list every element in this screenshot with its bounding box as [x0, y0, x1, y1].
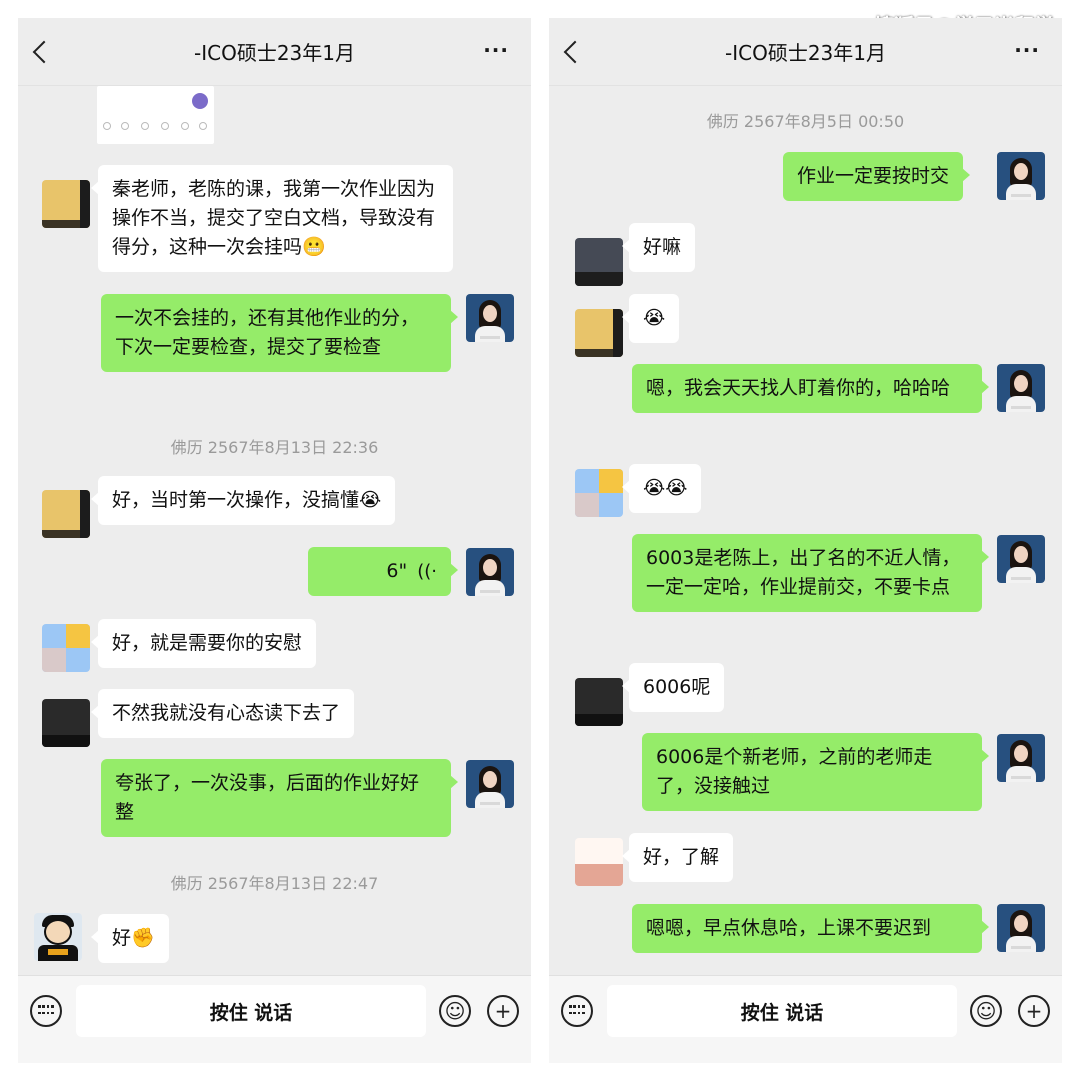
voice-wave-icon: ((·	[417, 561, 437, 582]
message-text: 作业一定要按时交	[797, 165, 950, 187]
message-text: 嗯嗯，早点休息哈，上课不要迟到	[646, 917, 932, 939]
avatar[interactable]	[42, 180, 90, 228]
message-text: 一次不会挂的，还有其他作业的分，下次一定要检查，提交了要检查	[115, 307, 420, 358]
chat-title: -ICO硕士23年1月	[194, 41, 355, 65]
avatar[interactable]	[42, 624, 90, 672]
avatar[interactable]	[466, 294, 514, 342]
message-bubble-incoming[interactable]: 6006呢	[621, 663, 725, 712]
smiley-icon[interactable]: ☺	[439, 995, 471, 1027]
message-bubble-outgoing[interactable]: 嗯嗯，早点休息哈，上课不要迟到	[632, 904, 989, 953]
laugh-cry-emoji-icon: 😭	[359, 489, 382, 511]
hold-to-talk-button[interactable]: 按住 说话	[607, 985, 957, 1037]
avatar[interactable]	[466, 548, 514, 596]
avatar[interactable]	[997, 152, 1045, 200]
message-bubble-outgoing[interactable]: 夸张了，一次没事，后面的作业好好整	[101, 759, 458, 837]
back-chevron-icon[interactable]	[32, 40, 56, 64]
message-text: 好，就是需要你的安慰	[112, 632, 303, 654]
message-bubble-outgoing[interactable]: 作业一定要按时交	[783, 152, 971, 201]
nav-bar: -ICO硕士23年1月 ···	[549, 18, 1062, 86]
message-text: 好，当时第一次操作，没搞懂	[112, 489, 360, 511]
fist-emoji-icon: ✊	[131, 927, 155, 949]
input-bar: 按住 说话 ☺ +	[18, 975, 531, 1063]
message-text: 6003是老陈上，出了名的不近人情，一定一定哈，作业提前交，不要卡点	[646, 547, 961, 598]
chat-screen-right: -ICO硕士23年1月 ··· 佛历 2567年8月5日 00:50 作业一定要…	[549, 18, 1062, 1063]
message-text: 好嘛	[643, 236, 682, 258]
back-chevron-icon[interactable]	[563, 40, 587, 64]
message-text: 好	[112, 927, 132, 949]
avatar[interactable]	[997, 734, 1045, 782]
more-dots-icon[interactable]: ···	[483, 40, 509, 60]
input-bar: 按住 说话 ☺ +	[549, 975, 1062, 1063]
timestamp: 佛历 2567年8月13日 22:36	[170, 438, 379, 457]
message-bubble-outgoing[interactable]: 6003是老陈上，出了名的不近人情，一定一定哈，作业提前交，不要卡点	[632, 534, 989, 612]
avatar[interactable]	[34, 913, 82, 961]
message-bubble-incoming[interactable]: 好，了解	[621, 833, 734, 882]
keyboard-voice-icon[interactable]	[30, 995, 62, 1027]
keyboard-voice-icon[interactable]	[561, 995, 593, 1027]
smiley-icon[interactable]: ☺	[970, 995, 1002, 1027]
chat-screen-left: -ICO硕士23年1月 ··· 秦老师，老陈的课，我第一次作业因为操作不当，提交…	[18, 18, 531, 1063]
message-text: 6006呢	[643, 676, 711, 698]
avatar[interactable]	[42, 490, 90, 538]
message-text: 6006是个新老师，之前的老师走了，没接触过	[656, 746, 933, 797]
chat-title: -ICO硕士23年1月	[725, 41, 886, 65]
message-bubble-incoming[interactable]: 😭😭	[621, 464, 702, 513]
voice-duration: 6"	[386, 560, 408, 582]
avatar[interactable]	[575, 678, 623, 726]
timestamp: 佛历 2567年8月5日 00:50	[706, 112, 905, 131]
voice-message-bubble[interactable]: 6" ((·	[308, 547, 458, 596]
message-bubble-incoming[interactable]: 好✊	[91, 914, 169, 963]
message-text: 😭	[643, 307, 666, 329]
message-text: 好，了解	[643, 846, 720, 868]
plus-icon[interactable]: +	[487, 995, 519, 1027]
message-bubble-incoming[interactable]: 好嘛	[621, 223, 696, 272]
avatar[interactable]	[997, 904, 1045, 952]
avatar[interactable]	[575, 469, 623, 517]
message-bubble-outgoing[interactable]: 6006是个新老师，之前的老师走了，没接触过	[642, 733, 989, 811]
shared-screenshot-thumbnail[interactable]	[97, 86, 214, 144]
message-text: 不然我就没有心态读下去了	[112, 702, 341, 724]
message-bubble-incoming[interactable]: 好，就是需要你的安慰	[90, 619, 317, 668]
grimace-emoji-icon: 😬	[302, 236, 326, 258]
message-text: 夸张了，一次没事，后面的作业好好整	[115, 772, 420, 823]
message-bubble-incoming[interactable]: 秦老师，老陈的课，我第一次作业因为操作不当，提交了空白文档，导致没有得分，这种一…	[91, 165, 453, 272]
avatar[interactable]	[575, 238, 623, 286]
message-bubble-incoming[interactable]: 好，当时第一次操作，没搞懂😭	[90, 476, 396, 525]
message-text: 嗯，我会天天找人盯着你的，哈哈哈	[646, 377, 951, 399]
avatar[interactable]	[466, 760, 514, 808]
timestamp: 佛历 2567年8月13日 22:47	[170, 874, 379, 893]
message-bubble-outgoing[interactable]: 一次不会挂的，还有其他作业的分，下次一定要检查，提交了要检查	[101, 294, 458, 372]
search-icon	[192, 93, 208, 109]
nav-bar: -ICO硕士23年1月 ···	[18, 18, 531, 86]
avatar[interactable]	[42, 699, 90, 747]
avatar[interactable]	[997, 364, 1045, 412]
message-bubble-outgoing[interactable]: 嗯，我会天天找人盯着你的，哈哈哈	[632, 364, 989, 413]
avatar[interactable]	[997, 535, 1045, 583]
message-bubble-incoming[interactable]: 不然我就没有心态读下去了	[90, 689, 355, 738]
avatar[interactable]	[575, 838, 623, 886]
message-text: 😭😭	[643, 477, 688, 499]
hold-to-talk-button[interactable]: 按住 说话	[76, 985, 426, 1037]
more-dots-icon[interactable]: ···	[1014, 40, 1040, 60]
message-bubble-incoming[interactable]: 😭	[621, 294, 680, 343]
avatar[interactable]	[575, 309, 623, 357]
message-text: 秦老师，老陈的课，我第一次作业因为操作不当，提交了空白文档，导致没有得分，这种一…	[112, 178, 436, 258]
plus-icon[interactable]: +	[1018, 995, 1050, 1027]
